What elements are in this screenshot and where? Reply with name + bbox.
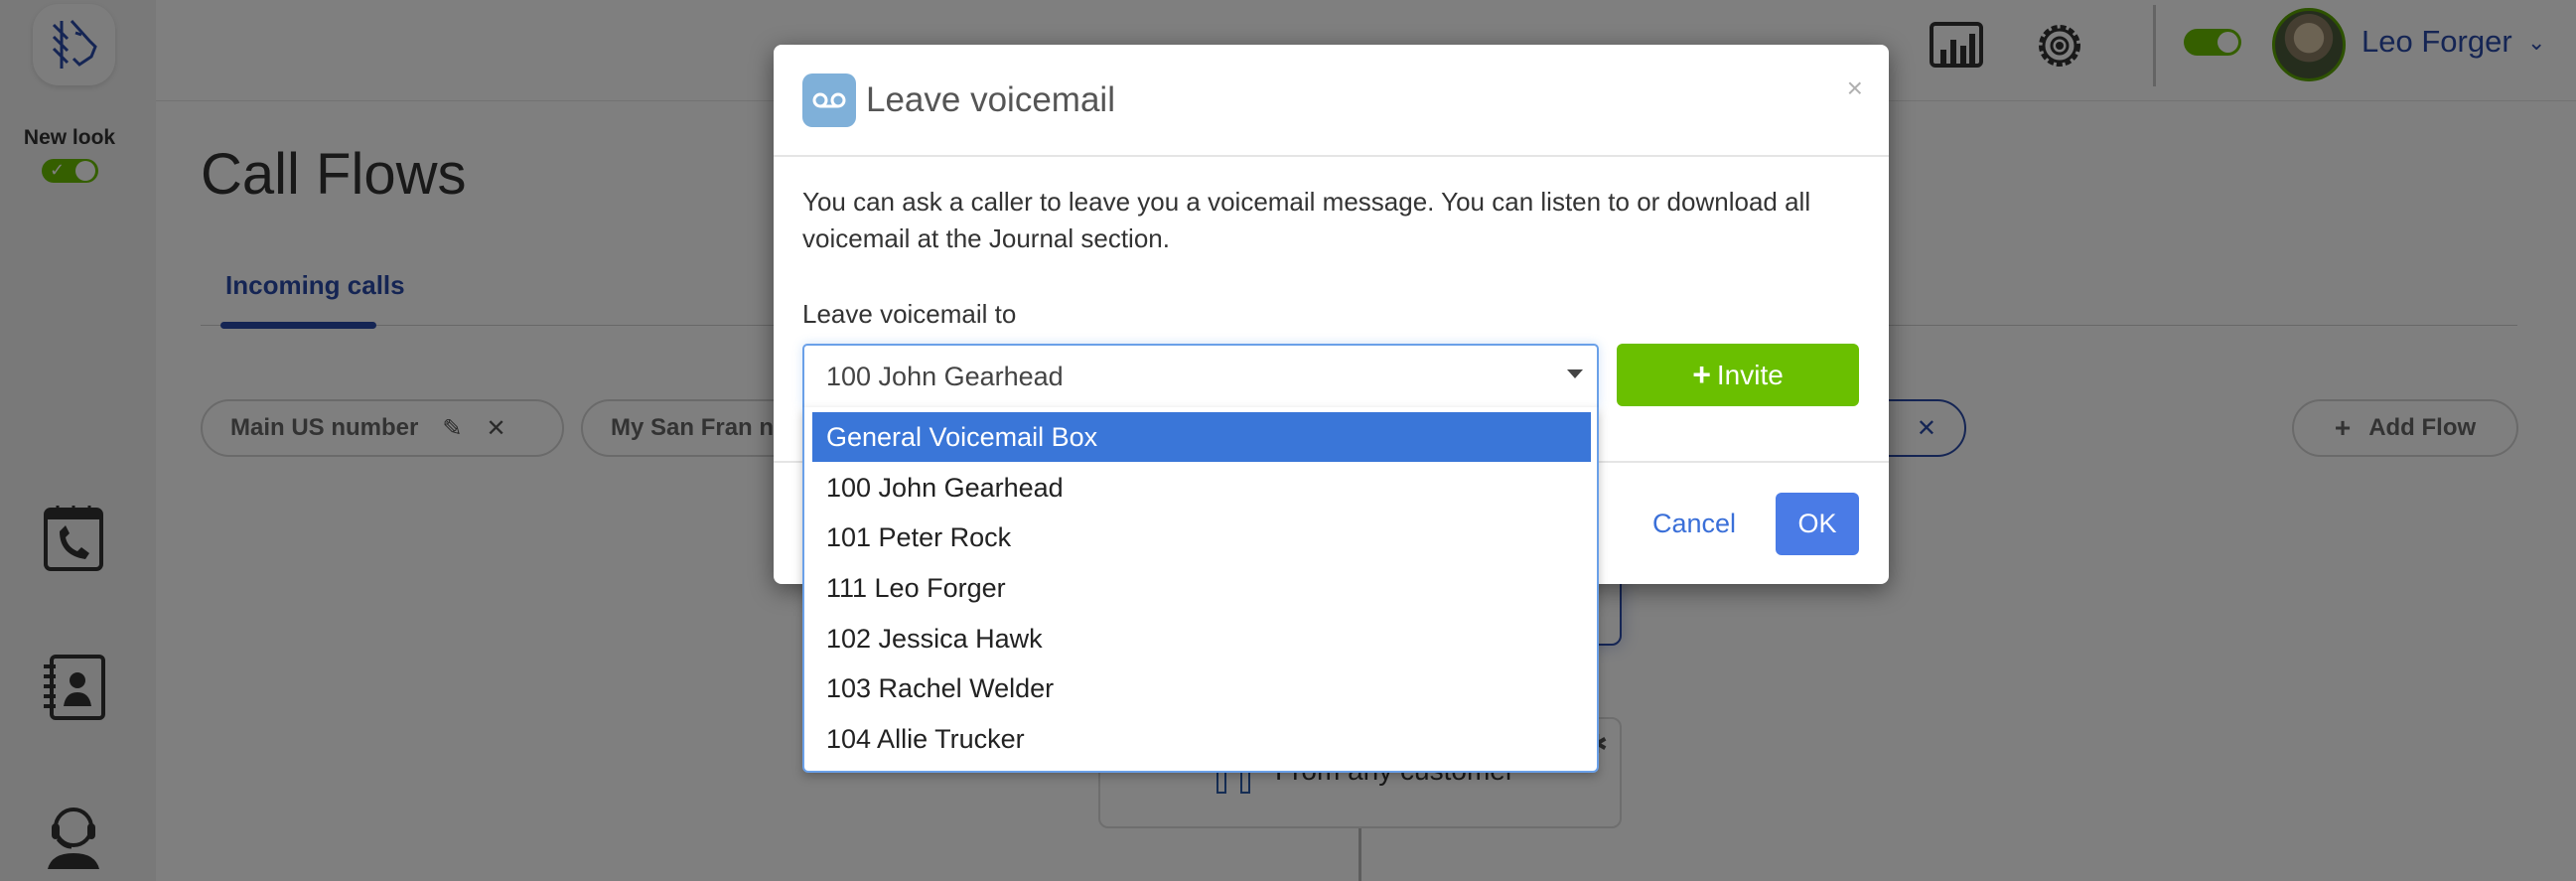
invite-button[interactable]: + Invite [1617,344,1859,406]
leave-voicemail-to-label: Leave voicemail to [802,299,1017,329]
option-103-rachel-welder[interactable]: 103 Rachel Welder [812,663,1591,713]
plus-icon: + [1692,357,1711,392]
close-icon[interactable]: × [1847,73,1863,104]
option-101-peter-rock[interactable]: 101 Peter Rock [812,513,1591,562]
ok-button[interactable]: OK [1776,493,1859,555]
option-102-jessica-hawk[interactable]: 102 Jessica Hawk [812,614,1591,663]
voicemail-target-options: General Voicemail Box 100 John Gearhead … [802,407,1599,773]
option-100-john-gearhead[interactable]: 100 John Gearhead [812,463,1591,513]
cancel-button[interactable]: Cancel [1652,493,1736,555]
dialog-header: Leave voicemail × [774,45,1889,157]
option-general-voicemail-box[interactable]: General Voicemail Box [812,412,1591,462]
select-value: 100 John Gearhead [826,362,1064,391]
voicemail-target-select[interactable]: 100 John Gearhead [802,344,1599,407]
voicemail-icon [802,73,856,127]
dialog-description: You can ask a caller to leave you a voic… [802,187,1811,253]
option-104-allie-trucker[interactable]: 104 Allie Trucker [812,714,1591,764]
dialog-title: Leave voicemail [866,80,1115,119]
invite-label: Invite [1716,359,1784,390]
option-111-leo-forger[interactable]: 111 Leo Forger [812,563,1591,613]
caret-down-icon[interactable] [1567,369,1583,378]
